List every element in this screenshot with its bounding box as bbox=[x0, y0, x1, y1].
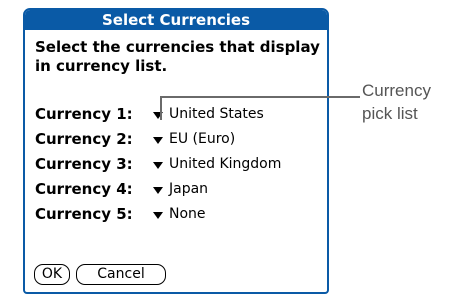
ok-button[interactable]: OK bbox=[34, 264, 70, 285]
callout-leader-tick bbox=[160, 96, 162, 120]
currency-1-picker[interactable]: United States bbox=[153, 106, 264, 122]
triangle-down-icon bbox=[153, 136, 163, 144]
currency-row-1: Currency 1: United States bbox=[35, 103, 264, 125]
currency-4-picker[interactable]: Japan bbox=[153, 181, 208, 197]
currency-1-value: United States bbox=[169, 106, 264, 122]
callout-label-line2: pick list bbox=[362, 104, 418, 123]
currency-3-label: Currency 3: bbox=[35, 155, 133, 173]
currency-2-label: Currency 2: bbox=[35, 130, 133, 148]
currency-3-value: United Kingdom bbox=[169, 156, 282, 172]
triangle-down-icon bbox=[153, 161, 163, 169]
currency-2-value: EU (Euro) bbox=[169, 131, 236, 147]
currency-row-2: Currency 2: EU (Euro) bbox=[35, 128, 235, 150]
currency-row-4: Currency 4: Japan bbox=[35, 178, 208, 200]
currency-row-3: Currency 3: United Kingdom bbox=[35, 153, 281, 175]
cancel-button[interactable]: Cancel bbox=[76, 264, 166, 285]
currency-row-5: Currency 5: None bbox=[35, 203, 206, 225]
triangle-down-icon bbox=[153, 186, 163, 194]
instruction-text: Select the currencies that display in cu… bbox=[35, 38, 320, 75]
currency-4-label: Currency 4: bbox=[35, 180, 133, 198]
currency-1-label: Currency 1: bbox=[35, 105, 133, 123]
currency-5-label: Currency 5: bbox=[35, 205, 133, 223]
currency-3-picker[interactable]: United Kingdom bbox=[153, 156, 281, 172]
currency-2-picker[interactable]: EU (Euro) bbox=[153, 131, 235, 147]
currency-5-value: None bbox=[169, 206, 206, 222]
callout-label: Currency pick list bbox=[362, 79, 431, 125]
currency-5-picker[interactable]: None bbox=[153, 206, 206, 222]
triangle-down-icon bbox=[153, 211, 163, 219]
callout-leader-line bbox=[160, 96, 360, 98]
dialog-title: Select Currencies bbox=[25, 10, 327, 30]
select-currencies-dialog: Select Currencies Select the currencies … bbox=[23, 8, 329, 294]
callout-label-line1: Currency bbox=[362, 81, 431, 100]
currency-4-value: Japan bbox=[169, 181, 209, 197]
triangle-down-icon bbox=[153, 111, 163, 119]
